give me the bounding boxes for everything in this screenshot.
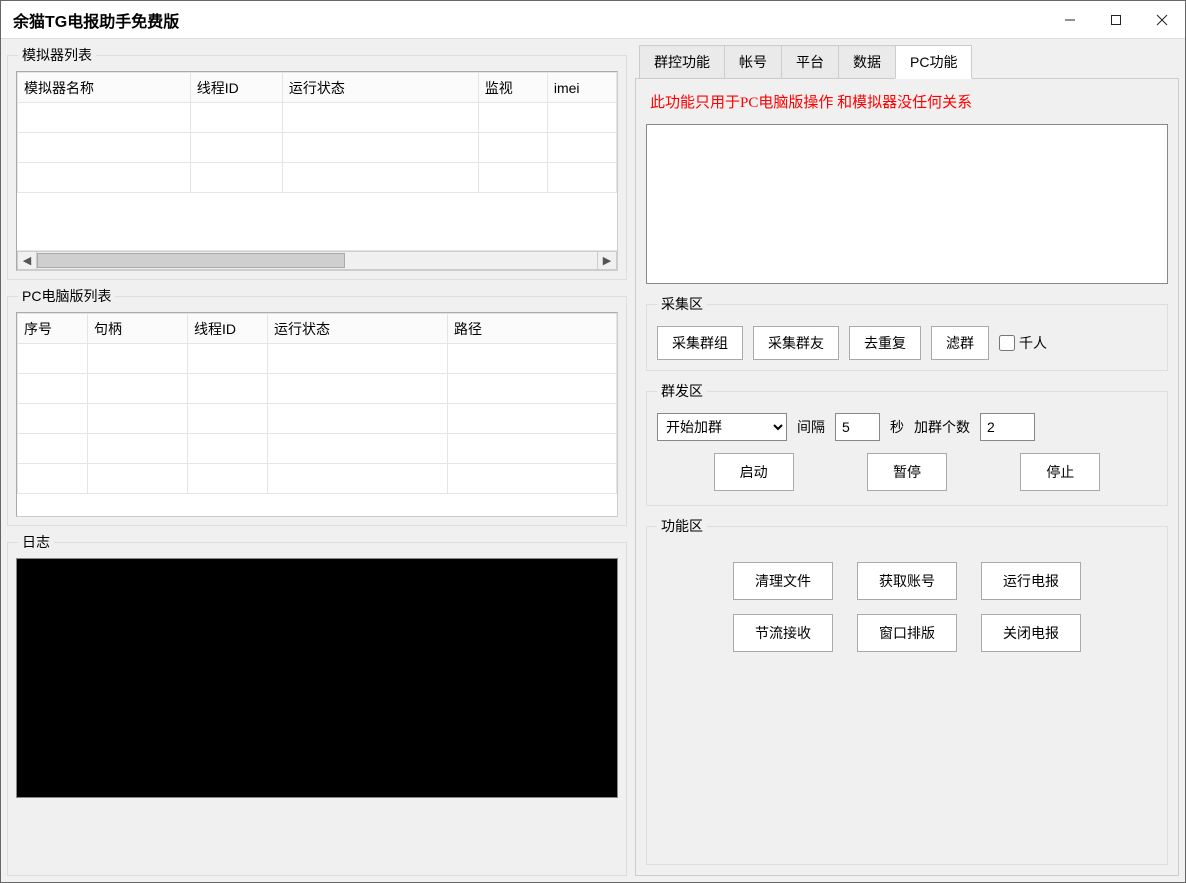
collect-group: 采集区 采集群组 采集群友 去重复 滤群 千人: [646, 294, 1168, 371]
col-run-state[interactable]: 运行状态: [268, 314, 448, 344]
client-area: 模拟器列表 模拟器名称 线程ID 运行状态 监视 imei: [1, 39, 1185, 882]
pc-grid[interactable]: 序号 句柄 线程ID 运行状态 路径: [16, 312, 618, 517]
filter-group-button[interactable]: 滤群: [931, 326, 989, 360]
col-monitor[interactable]: 监视: [478, 73, 547, 103]
function-group: 功能区 清理文件 获取账号 运行电报 节流接收 窗口排版 关闭电报: [646, 516, 1168, 865]
tab-pc-function[interactable]: PC功能: [895, 45, 972, 79]
titlebar: 余猫TG电报助手免费版: [1, 1, 1185, 39]
emulator-legend: 模拟器列表: [18, 45, 96, 65]
function-legend: 功能区: [657, 516, 707, 536]
send-legend: 群发区: [657, 381, 707, 401]
maximize-button[interactable]: [1093, 1, 1139, 39]
table-row[interactable]: [18, 133, 617, 163]
col-handle[interactable]: 句柄: [88, 314, 188, 344]
pc-input-textarea[interactable]: [646, 124, 1168, 284]
collect-legend: 采集区: [657, 294, 707, 314]
pc-header-row: 序号 句柄 线程ID 运行状态 路径: [18, 314, 617, 344]
col-thread-id[interactable]: 线程ID: [190, 73, 282, 103]
thousand-checkbox[interactable]: [999, 335, 1015, 351]
thousand-label-text: 千人: [1019, 333, 1047, 353]
close-button[interactable]: [1139, 1, 1185, 39]
collect-group-button[interactable]: 采集群组: [657, 326, 743, 360]
table-row[interactable]: [18, 434, 617, 464]
get-account-button[interactable]: 获取账号: [857, 562, 957, 600]
log-legend: 日志: [18, 532, 54, 552]
emulator-grid[interactable]: 模拟器名称 线程ID 运行状态 监视 imei: [16, 71, 618, 271]
col-thread-id[interactable]: 线程ID: [188, 314, 268, 344]
emulator-hscroll[interactable]: ◀ ▶: [17, 250, 617, 270]
pc-list-group: PC电脑版列表 序号 句柄 线程ID 运行状态 路径: [7, 286, 627, 526]
col-seq[interactable]: 序号: [18, 314, 88, 344]
pc-function-panel: 此功能只用于PC电脑版操作 和模拟器没任何关系 采集区 采集群组 采集群友 去重…: [635, 78, 1179, 876]
count-label: 加群个数: [914, 417, 970, 437]
table-row[interactable]: [18, 344, 617, 374]
tab-data[interactable]: 数据: [838, 45, 896, 79]
emulator-list-group: 模拟器列表 模拟器名称 线程ID 运行状态 监视 imei: [7, 45, 627, 280]
scroll-track[interactable]: [37, 251, 597, 270]
col-emu-name[interactable]: 模拟器名称: [18, 73, 191, 103]
scroll-right-icon[interactable]: ▶: [597, 251, 617, 270]
count-input[interactable]: [980, 413, 1035, 441]
col-run-state[interactable]: 运行状态: [282, 73, 478, 103]
window-controls: [1047, 1, 1185, 39]
log-group: 日志: [7, 532, 627, 876]
tab-account[interactable]: 帐号: [724, 45, 782, 79]
tab-group-control[interactable]: 群控功能: [639, 45, 725, 79]
send-group: 群发区 开始加群 间隔 秒 加群个数 启动 暂停 停止: [646, 381, 1168, 506]
window-layout-button[interactable]: 窗口排版: [857, 614, 957, 652]
pc-notice-text: 此功能只用于PC电脑版操作 和模拟器没任何关系: [646, 89, 1168, 114]
right-column: 群控功能 帐号 平台 数据 PC功能 此功能只用于PC电脑版操作 和模拟器没任何…: [635, 45, 1179, 876]
scroll-left-icon[interactable]: ◀: [17, 251, 37, 270]
left-column: 模拟器列表 模拟器名称 线程ID 运行状态 监视 imei: [7, 45, 627, 876]
stop-button[interactable]: 停止: [1020, 453, 1100, 491]
pc-list-legend: PC电脑版列表: [18, 286, 115, 306]
interval-input[interactable]: [835, 413, 880, 441]
emulator-header-row: 模拟器名称 线程ID 运行状态 监视 imei: [18, 73, 617, 103]
close-telegram-button[interactable]: 关闭电报: [981, 614, 1081, 652]
table-row[interactable]: [18, 163, 617, 193]
pause-button[interactable]: 暂停: [867, 453, 947, 491]
dedup-button[interactable]: 去重复: [849, 326, 921, 360]
col-path[interactable]: 路径: [448, 314, 617, 344]
table-row[interactable]: [18, 374, 617, 404]
app-window: 余猫TG电报助手免费版 模拟器列表: [0, 0, 1186, 883]
start-button[interactable]: 启动: [714, 453, 794, 491]
table-row[interactable]: [18, 103, 617, 133]
collect-friends-button[interactable]: 采集群友: [753, 326, 839, 360]
table-row[interactable]: [18, 404, 617, 434]
minimize-button[interactable]: [1047, 1, 1093, 39]
throttle-receive-button[interactable]: 节流接收: [733, 614, 833, 652]
table-row[interactable]: [18, 464, 617, 494]
tab-platform[interactable]: 平台: [781, 45, 839, 79]
col-imei[interactable]: imei: [547, 73, 616, 103]
thousand-checkbox-label[interactable]: 千人: [999, 333, 1047, 353]
scroll-thumb[interactable]: [37, 253, 345, 268]
interval-label: 间隔: [797, 417, 825, 437]
clean-files-button[interactable]: 清理文件: [733, 562, 833, 600]
log-textarea[interactable]: [16, 558, 618, 798]
action-select[interactable]: 开始加群: [657, 413, 787, 441]
interval-unit: 秒: [890, 417, 904, 437]
run-telegram-button[interactable]: 运行电报: [981, 562, 1081, 600]
window-title: 余猫TG电报助手免费版: [13, 8, 1047, 32]
tab-bar: 群控功能 帐号 平台 数据 PC功能: [635, 45, 1179, 79]
